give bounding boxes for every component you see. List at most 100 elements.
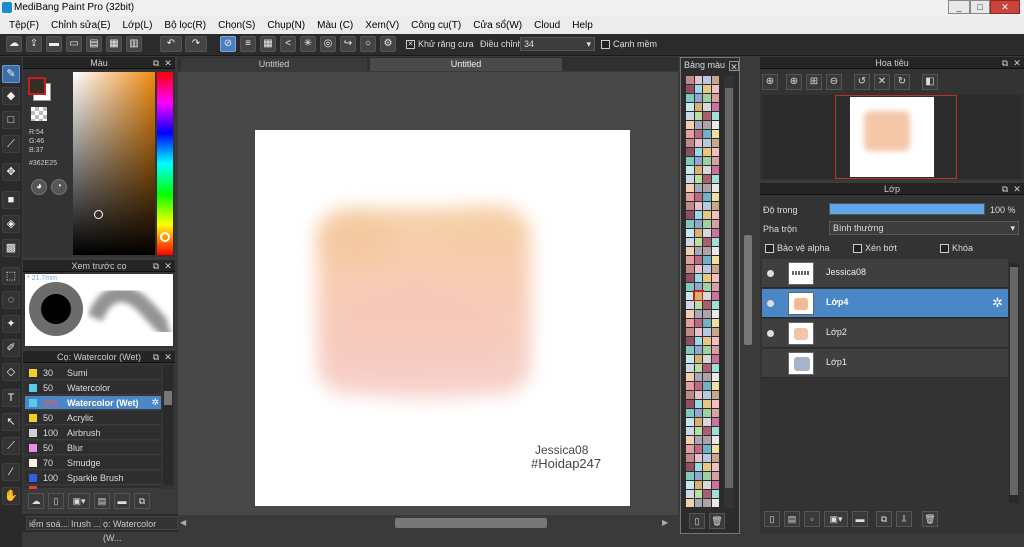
rotate-right-icon[interactable]: ↻	[894, 74, 910, 90]
new-layer-icon[interactable]: ▯	[764, 511, 780, 527]
palette-swatch[interactable]	[694, 319, 702, 327]
layer-scroll-thumb[interactable]	[1010, 267, 1018, 495]
list-item[interactable]: 50 Blur	[25, 441, 161, 455]
palette-swatch[interactable]	[686, 148, 694, 156]
document-icon[interactable]: ▭	[66, 36, 82, 52]
layer-row[interactable]: Jessica08	[762, 259, 1008, 288]
palette-swatch[interactable]	[686, 418, 694, 426]
palette-swatch[interactable]	[703, 139, 711, 147]
palette-swatch[interactable]	[686, 130, 694, 138]
zoom-out-icon[interactable]: ⊖	[826, 74, 842, 90]
clipping-checkbox[interactable]: Xén bớt	[853, 243, 897, 254]
palette-swatch[interactable]	[703, 247, 711, 255]
palette-swatch[interactable]	[711, 292, 719, 300]
palette-swatch[interactable]	[703, 157, 711, 165]
palette-swatch[interactable]	[711, 94, 719, 102]
palette-swatch[interactable]	[694, 103, 702, 111]
tab-control[interactable]: iểm soá...	[26, 516, 72, 530]
menu-file[interactable]: Tệp(F)	[3, 20, 45, 31]
eraser-tool-icon[interactable]: ◆	[2, 87, 20, 105]
palette-swatch[interactable]	[686, 454, 694, 462]
palette-swatch[interactable]	[694, 85, 702, 93]
new-layer-8bit-icon[interactable]: ▤	[784, 511, 800, 527]
menu-filter[interactable]: Bộ lọc(R)	[158, 20, 212, 31]
lasso-tool-icon[interactable]: ◌	[2, 291, 20, 309]
palette-swatch[interactable]	[686, 157, 694, 165]
palette-swatch[interactable]	[694, 166, 702, 174]
palette-swatch[interactable]	[694, 337, 702, 345]
concentric-snap-icon[interactable]: ◎	[320, 36, 336, 52]
palette-swatch[interactable]	[694, 418, 702, 426]
palette-swatch[interactable]	[703, 193, 711, 201]
palette-swatch[interactable]	[694, 157, 702, 165]
layer-settings-gear-icon[interactable]: ✲	[992, 295, 1003, 311]
palette-swatch[interactable]	[694, 355, 702, 363]
tab-untitled-1[interactable]: Untitled	[181, 58, 367, 71]
close-icon[interactable]: ✕	[163, 352, 173, 362]
palette-swatch[interactable]	[703, 427, 711, 435]
palette-swatch[interactable]	[686, 472, 694, 480]
palette-swatch[interactable]	[694, 481, 702, 489]
comment-icon[interactable]: ▬	[46, 36, 62, 52]
palette-swatch[interactable]	[703, 103, 711, 111]
rotate-left-icon[interactable]: ↺	[854, 74, 870, 90]
palette-swatch[interactable]	[703, 229, 711, 237]
palette-swatch[interactable]	[686, 112, 694, 120]
list-item[interactable]: 30 Sumi	[25, 366, 161, 380]
palette-swatch[interactable]	[711, 328, 719, 336]
palette-swatch[interactable]	[694, 247, 702, 255]
dot-tool-icon[interactable]: ⟋	[2, 135, 20, 153]
bucket-tool-icon[interactable]: ◈	[2, 215, 20, 233]
palette-swatch[interactable]	[711, 364, 719, 372]
palette-swatch[interactable]	[694, 148, 702, 156]
palette-swatch[interactable]	[703, 256, 711, 264]
palette-swatch[interactable]	[703, 202, 711, 210]
palette-swatch[interactable]	[711, 130, 719, 138]
palette-swatch[interactable]	[686, 481, 694, 489]
palette-swatch[interactable]	[703, 130, 711, 138]
duplicate-icon[interactable]: ⧉	[134, 493, 150, 509]
close-icon[interactable]: ✕	[163, 261, 173, 271]
palette-swatch[interactable]	[694, 211, 702, 219]
palette-swatch[interactable]	[694, 256, 702, 264]
palette-swatch[interactable]	[703, 292, 711, 300]
visibility-eye-icon[interactable]	[767, 330, 774, 337]
palette-swatch[interactable]	[694, 301, 702, 309]
menu-color[interactable]: Màu (C)	[311, 20, 359, 31]
palette-swatch[interactable]	[711, 382, 719, 390]
palette-swatch[interactable]	[694, 364, 702, 372]
palette-swatch[interactable]	[711, 229, 719, 237]
palette-swatch[interactable]	[703, 355, 711, 363]
palette-swatch[interactable]	[694, 490, 702, 498]
palette-swatch[interactable]	[711, 427, 719, 435]
palette-swatch[interactable]	[686, 328, 694, 336]
palette-swatch[interactable]	[711, 247, 719, 255]
palette-swatch[interactable]	[703, 346, 711, 354]
layer-row-selected[interactable]: Lớp4 ✲	[762, 289, 1008, 318]
circle-snap-icon[interactable]: ○	[360, 36, 376, 52]
close-button[interactable]: ✕	[990, 0, 1020, 14]
list-item[interactable]: 50 Acrylic	[25, 411, 161, 425]
palette-swatch[interactable]	[686, 427, 694, 435]
palette-swatch[interactable]	[703, 454, 711, 462]
settings-snap-icon[interactable]: ⚙	[380, 36, 396, 52]
redo-icon[interactable]: ↷	[185, 36, 207, 52]
palette-swatch[interactable]	[703, 391, 711, 399]
palette-swatch[interactable]	[711, 355, 719, 363]
color-wheel-icon[interactable]: ◕	[31, 179, 47, 195]
palette-swatch[interactable]	[703, 445, 711, 453]
palette-swatch[interactable]	[686, 337, 694, 345]
scroll-right-icon[interactable]: ▶	[662, 518, 668, 527]
palette-swatch[interactable]	[694, 121, 702, 129]
palette-swatch[interactable]	[686, 409, 694, 417]
flip-icon[interactable]: ◧	[922, 74, 938, 90]
add-brush-icon[interactable]: ▣▾	[68, 493, 90, 509]
palette-swatch[interactable]	[686, 400, 694, 408]
palette-swatch[interactable]	[686, 301, 694, 309]
palette-swatch[interactable]	[703, 382, 711, 390]
palette-swatch[interactable]	[694, 427, 702, 435]
palette-swatch[interactable]	[694, 463, 702, 471]
palette-swatch[interactable]	[711, 103, 719, 111]
palette-swatch[interactable]	[686, 346, 694, 354]
palette-swatch[interactable]	[711, 211, 719, 219]
